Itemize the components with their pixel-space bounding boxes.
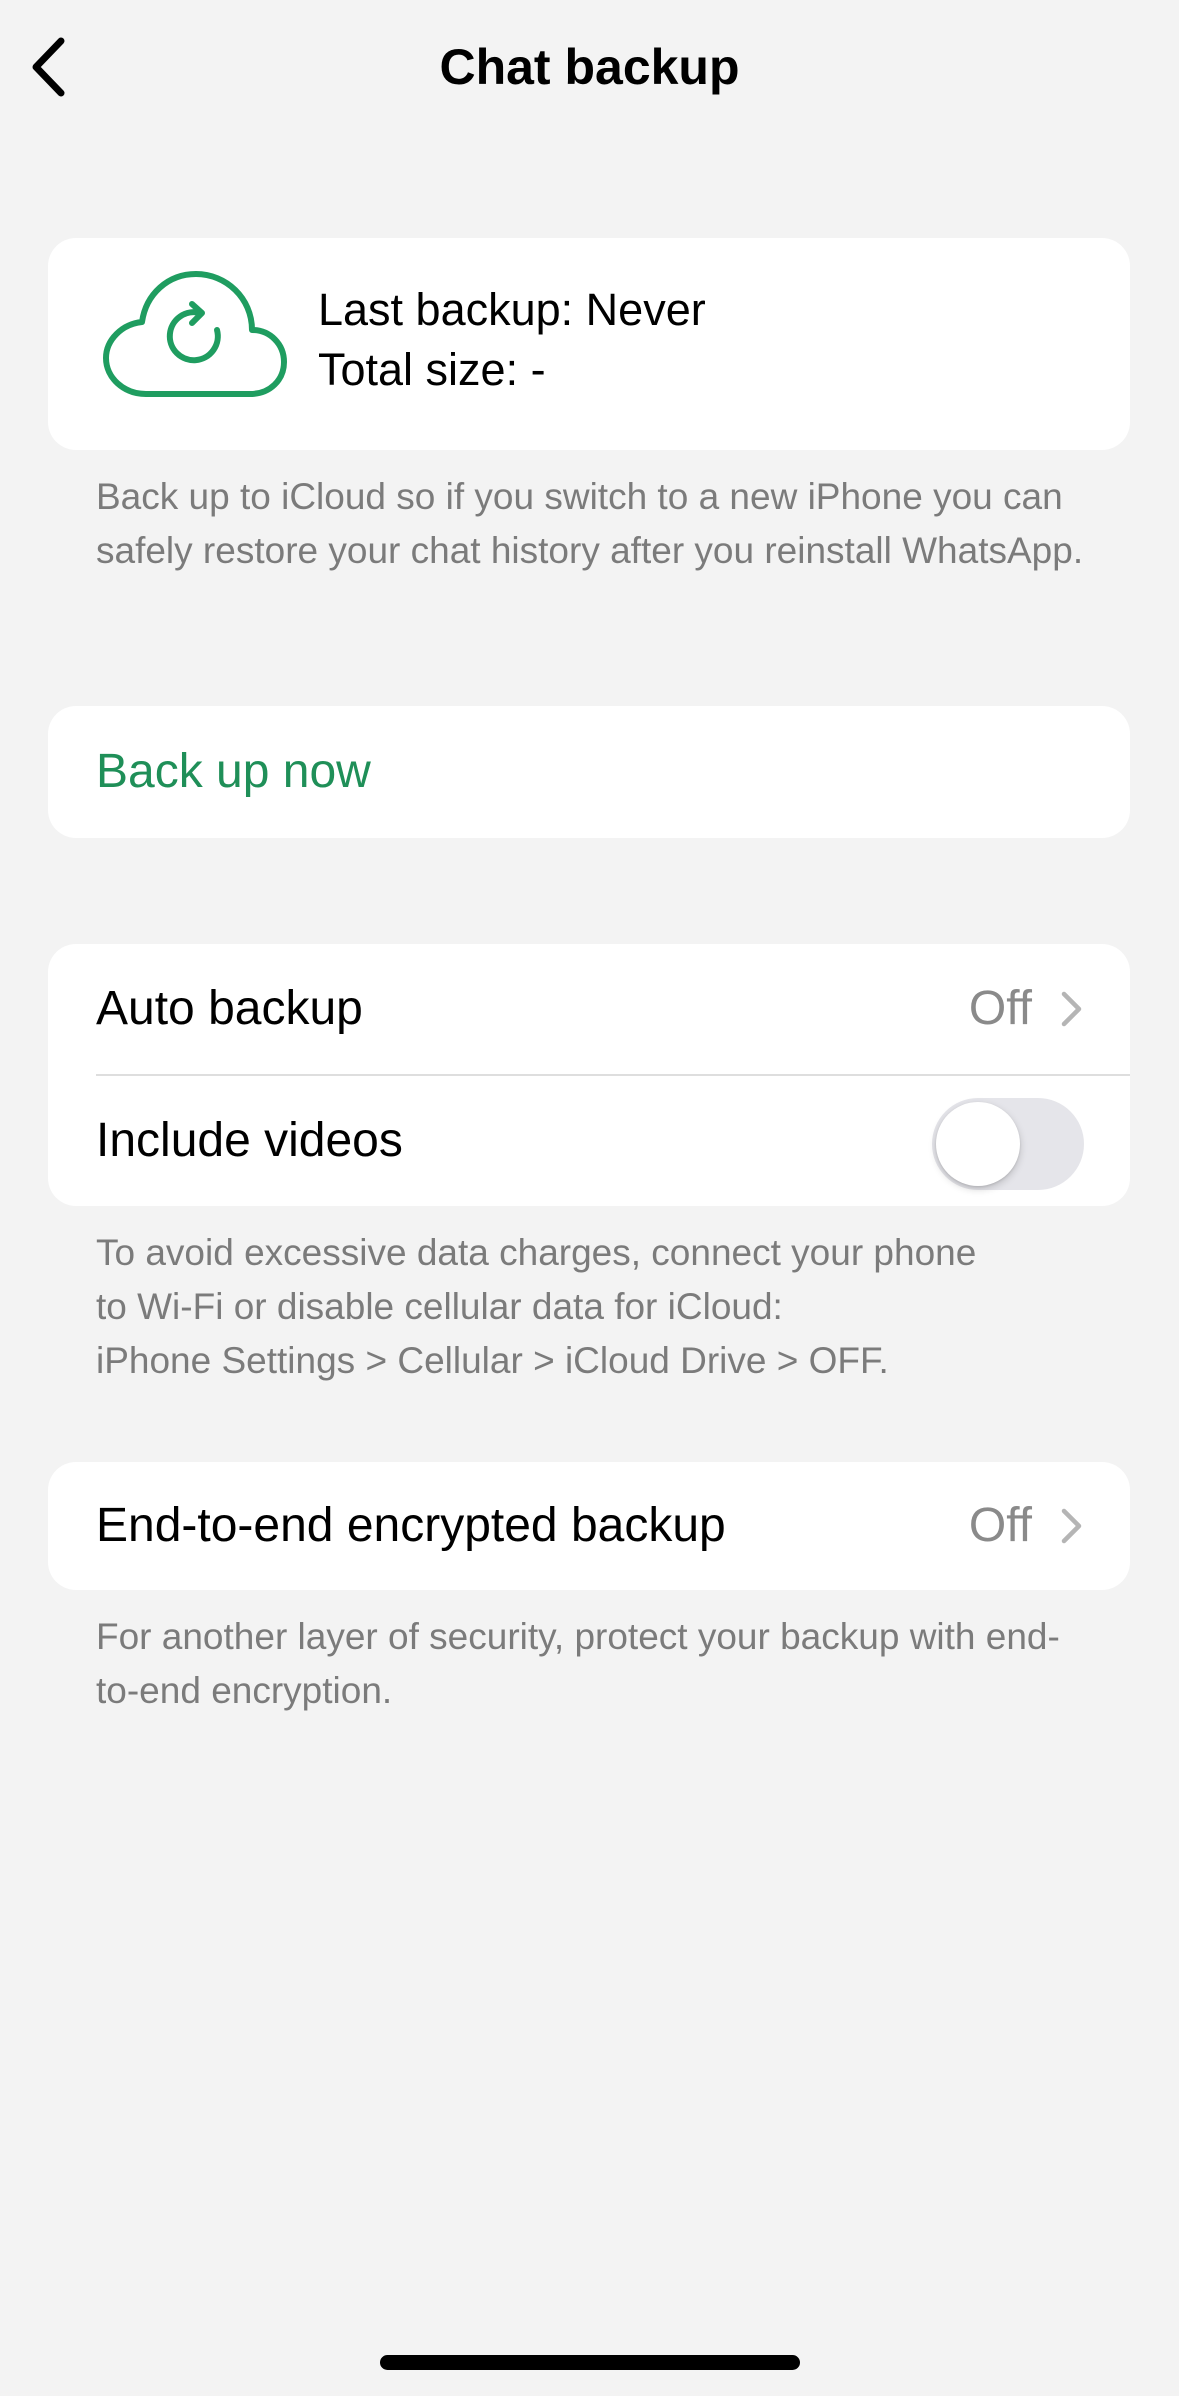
data-charges-description: To avoid excessive data charges, connect…	[96, 1226, 1096, 1388]
include-videos-row: Include videos	[48, 1076, 1130, 1206]
navigation-bar: Chat backup	[0, 0, 1179, 135]
data-charges-line-1: To avoid excessive data charges, connect…	[96, 1232, 977, 1273]
toggle-knob	[936, 1102, 1020, 1186]
auto-backup-label: Auto backup	[96, 982, 363, 1035]
encryption-description: For another layer of security, protect y…	[96, 1616, 1060, 1711]
chevron-right-icon	[1061, 1508, 1082, 1544]
chat-backup-screen: Chat backup Last backup: Never Total siz…	[0, 0, 1179, 2396]
auto-backup-value: Off	[968, 982, 1032, 1035]
data-charges-line-2: to Wi-Fi or disable cellular data for iC…	[96, 1286, 783, 1327]
backup-description: Back up to iCloud so if you switch to a …	[96, 476, 1084, 571]
back-up-now-button[interactable]: Back up now	[48, 706, 1130, 838]
include-videos-label: Include videos	[96, 1114, 403, 1167]
total-size-text: Total size: -	[318, 344, 546, 395]
encrypted-backup-label: End-to-end encrypted backup	[96, 1499, 726, 1552]
cloud-sync-icon	[103, 271, 287, 397]
backup-info: Last backup: Never Total size: -	[318, 280, 706, 400]
last-backup-text: Last backup: Never	[318, 284, 706, 335]
backup-settings-group: Auto backup Off Include videos	[48, 944, 1130, 1206]
page-title: Chat backup	[439, 39, 740, 95]
chevron-right-icon	[1061, 991, 1082, 1027]
auto-backup-row[interactable]: Auto backup Off	[48, 944, 1130, 1074]
include-videos-toggle[interactable]	[932, 1098, 1084, 1190]
back-up-now-label: Back up now	[96, 745, 371, 798]
encrypted-backup-row[interactable]: End-to-end encrypted backup Off	[48, 1462, 1130, 1590]
backup-status-card: Last backup: Never Total size: -	[48, 238, 1130, 450]
data-charges-line-3: iPhone Settings > Cellular > iCloud Driv…	[96, 1340, 889, 1381]
encrypted-backup-value: Off	[968, 1499, 1032, 1552]
home-indicator	[380, 2355, 800, 2370]
